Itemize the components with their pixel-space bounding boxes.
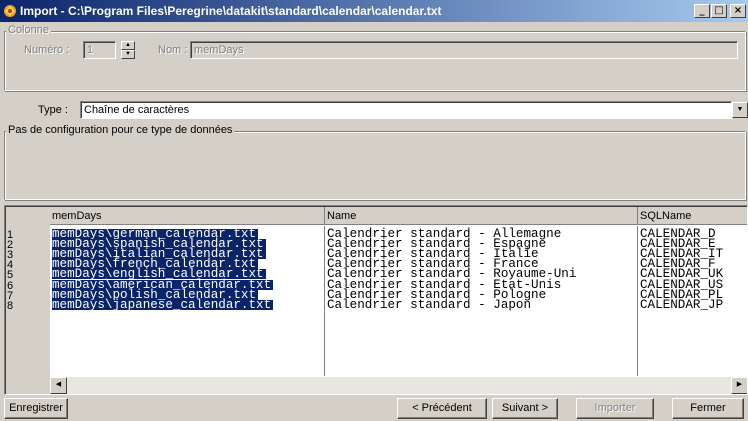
column-header-name[interactable]: Name — [325, 207, 638, 225]
spin-up-icon[interactable]: ▲ — [121, 41, 135, 50]
import-dialog: Import - C:\Program Files\Peregrine\data… — [0, 0, 748, 421]
enregistrer-button[interactable]: Enregistrer — [4, 398, 68, 419]
column-sqlname: CALENDAR_D CALENDAR_E CALENDAR_IT CALENDAR_… — [638, 226, 747, 376]
minimize-button[interactable]: _ — [694, 4, 710, 18]
colonne-group — [4, 31, 746, 91]
grid-corner — [6, 377, 50, 394]
suivant-button[interactable]: Suivant > — [492, 398, 558, 419]
fermer-button[interactable]: Fermer — [672, 398, 744, 419]
close-button[interactable]: × — [730, 4, 746, 18]
row-number[interactable]: 8 — [7, 300, 13, 311]
window-title: Import - C:\Program Files\Peregrine\data… — [20, 4, 442, 18]
type-select[interactable]: Chaîne de caractères — [80, 101, 732, 119]
numero-label: Numéro : — [24, 44, 70, 56]
scroll-right-icon[interactable]: ▶ — [731, 377, 747, 394]
numero-stepper[interactable]: ▲ ▼ — [121, 41, 135, 59]
column-header-sqlname[interactable]: SQLName — [638, 207, 747, 225]
cell-sqlname[interactable]: CALENDAR_JP — [640, 298, 723, 311]
config-group — [4, 131, 746, 200]
import-app-icon — [4, 5, 16, 17]
row-number[interactable]: 5 — [7, 270, 13, 281]
cell-name[interactable]: Calendrier standard - Japon — [327, 298, 531, 311]
horizontal-scrollbar[interactable]: ◀ ▶ — [50, 377, 747, 394]
preview-grid[interactable]: memDays Name SQLName memDays\german_cale… — [4, 205, 748, 395]
cell-memdays[interactable]: memDays\japanese_calendar.txt — [52, 298, 274, 311]
importer-button[interactable]: Importer — [576, 398, 654, 419]
precedent-button[interactable]: < Précédent — [397, 398, 487, 419]
type-label: Type : — [38, 104, 68, 116]
colonne-legend: Colonne — [6, 24, 51, 36]
chevron-down-icon[interactable]: ▼ — [732, 102, 748, 118]
column-memdays: memDays\german_calendar.txt memDays\spani… — [50, 226, 325, 376]
numero-field[interactable]: 1 — [83, 41, 116, 59]
row-number[interactable]: 6 — [7, 280, 13, 291]
nom-label: Nom : — [158, 44, 188, 56]
title-bar[interactable]: Import - C:\Program Files\Peregrine\data… — [0, 0, 748, 22]
column-name: Calendrier standard - Allemagne Calendrie… — [325, 226, 638, 376]
maximize-button[interactable]: □ — [711, 4, 727, 18]
config-message: Pas de configuration pour ce type de don… — [6, 124, 235, 136]
column-header-memdays[interactable]: memDays — [50, 207, 325, 225]
scroll-left-icon[interactable]: ◀ — [50, 377, 67, 394]
spin-down-icon[interactable]: ▼ — [121, 50, 135, 59]
nom-field[interactable]: memDays — [190, 41, 738, 59]
